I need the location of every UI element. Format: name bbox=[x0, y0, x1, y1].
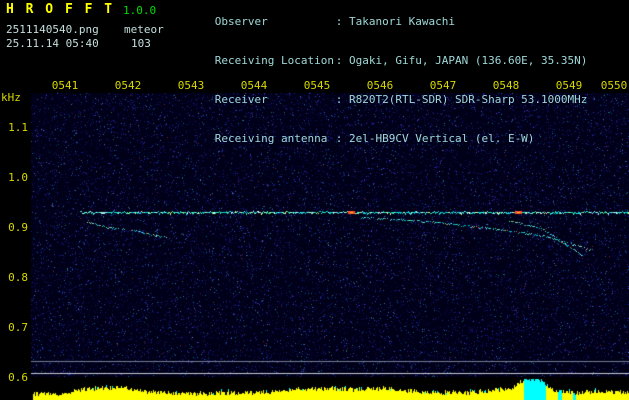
time-tick-label: 0550 bbox=[600, 79, 628, 92]
freq-tick-label: 0.8 bbox=[8, 271, 28, 284]
mode-label: meteor bbox=[124, 23, 164, 36]
hrofft-window: H R O F F T 1.0.0 2511140540.png meteor … bbox=[0, 0, 629, 400]
app-version: 1.0.0 bbox=[123, 4, 157, 17]
info-separator: : bbox=[335, 132, 349, 145]
time-tick-label: 0541 bbox=[51, 79, 79, 92]
freq-tick-label: 0.7 bbox=[8, 321, 28, 334]
info-value: 2el-HB9CV Vertical (el. E-W) bbox=[349, 132, 535, 145]
output-filename: 2511140540.png bbox=[6, 23, 99, 36]
info-value: R820T2(RTL-SDR) SDR-Sharp 53.1000MHz bbox=[349, 93, 588, 106]
freq-unit-label: kHz bbox=[1, 91, 21, 104]
time-tick-label: 0548 bbox=[492, 79, 520, 92]
time-tick-label: 0549 bbox=[555, 79, 583, 92]
info-value: Ogaki, Gifu, JAPAN (136.60E, 35.35N) bbox=[349, 54, 588, 67]
freq-tick-label: 0.9 bbox=[8, 221, 28, 234]
time-tick-label: 0547 bbox=[429, 79, 457, 92]
time-tick-label: 0546 bbox=[366, 79, 394, 92]
info-separator: : bbox=[335, 93, 349, 106]
info-label: Receiver bbox=[214, 93, 268, 106]
app-title: H R O F F T bbox=[6, 2, 115, 17]
info-separator: : bbox=[335, 54, 349, 67]
info-row-observer: Observer: Takanori Kawachi bbox=[175, 2, 587, 41]
info-value: Takanori Kawachi bbox=[349, 15, 455, 28]
info-separator: : bbox=[335, 15, 349, 28]
time-tick-label: 0542 bbox=[114, 79, 142, 92]
time-tick-label: 0543 bbox=[177, 79, 205, 92]
freq-tick-label: 0.6 bbox=[8, 371, 28, 384]
info-label: Receiving antenna bbox=[214, 132, 328, 145]
info-row-antenna: Receiving antenna: 2el-HB9CV Vertical (e… bbox=[175, 119, 587, 158]
info-label: Receiving Location bbox=[214, 54, 334, 67]
time-tick-label: 0544 bbox=[240, 79, 268, 92]
datetime-label: 25.11.14 05:40 bbox=[6, 37, 99, 50]
info-label: Observer bbox=[214, 15, 268, 28]
time-tick-label: 0545 bbox=[303, 79, 331, 92]
echo-count: 103 bbox=[131, 37, 151, 50]
freq-tick-label: 1.0 bbox=[8, 171, 28, 184]
info-row-location: Receiving Location: Ogaki, Gifu, JAPAN (… bbox=[175, 41, 588, 80]
freq-tick-label: 1.1 bbox=[8, 121, 28, 134]
